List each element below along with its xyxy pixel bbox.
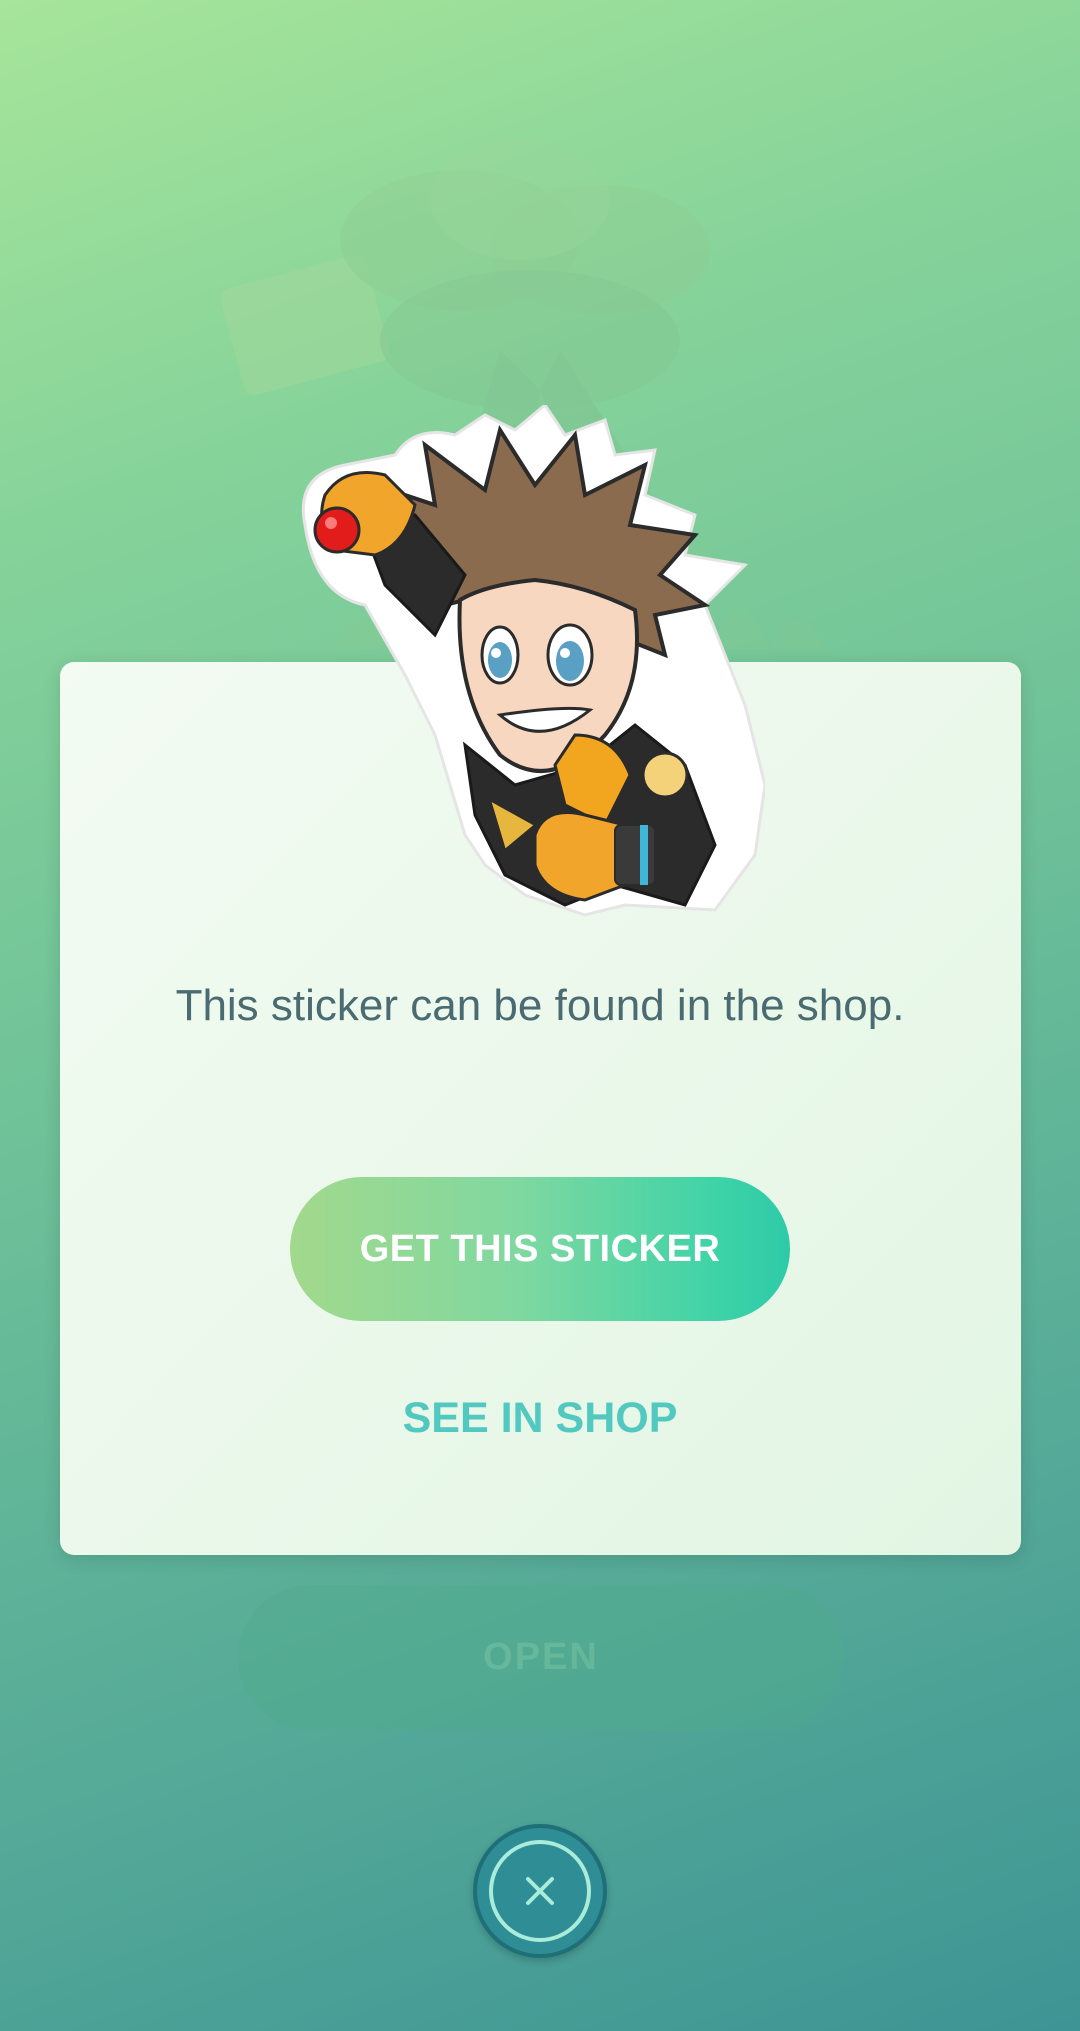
dialog-message: This sticker can be found in the shop. [175, 981, 905, 1030]
close-button[interactable] [473, 1824, 607, 1958]
see-in-shop-button[interactable]: SEE IN SHOP [340, 1383, 740, 1453]
open-button-label: OPEN [483, 1636, 599, 1678]
close-button-ring [489, 1840, 591, 1942]
team-instinct-leader-sticker-icon [301, 405, 765, 917]
get-this-sticker-button[interactable]: GET THIS STICKER [290, 1177, 790, 1321]
open-button-background: OPEN [238, 1585, 844, 1730]
close-icon [526, 1877, 554, 1905]
